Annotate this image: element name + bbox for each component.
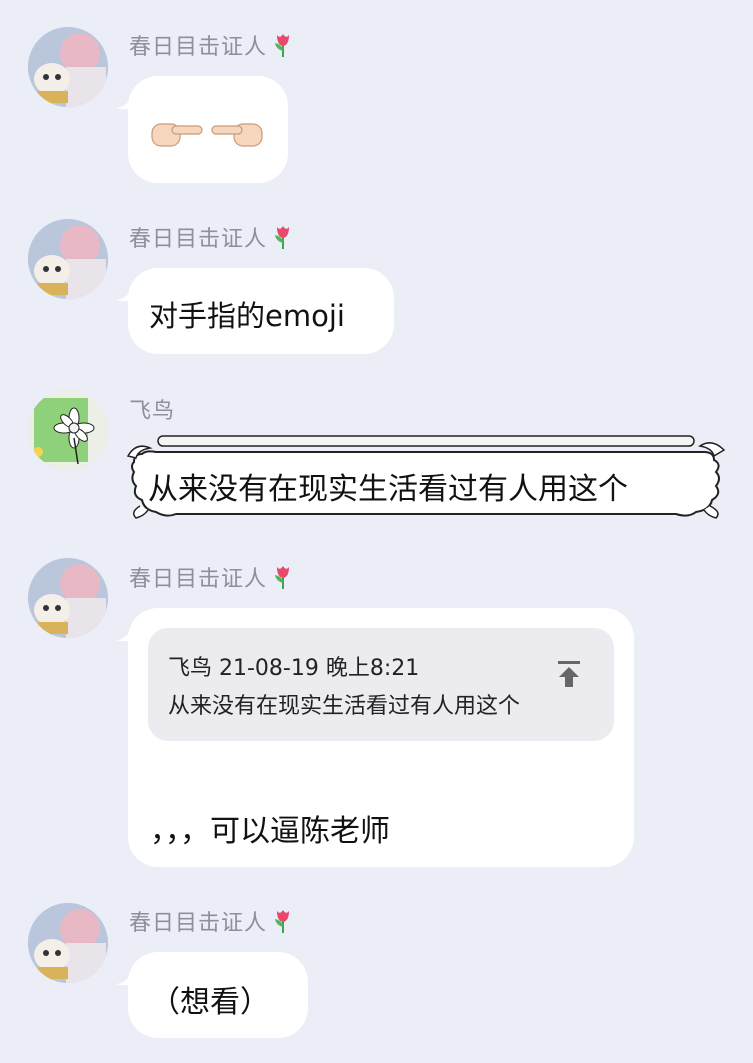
message-bubble[interactable] [128,76,288,183]
message-bubble[interactable]: 对手指的emoji [128,268,394,354]
tulip-icon [271,907,295,939]
quoted-message[interactable]: 飞鸟 21-08-19 晚上8:21 从来没有在现实生活看过有人用这个 [148,628,614,741]
sender-name: 春日目击证人 [129,29,295,63]
quote-text: 从来没有在现实生活看过有人用这个 [168,694,521,719]
avatar-image-icon [28,558,108,638]
pointing-fingers-emoji-icon [150,112,265,160]
decorated-message-bubble[interactable]: 从来没有在现实生活看过有人用这个 [126,432,726,520]
message-text: ，，，可以逼陈老师 [150,814,390,849]
reply-message-bubble[interactable]: 飞鸟 21-08-19 晚上8:21 从来没有在现实生活看过有人用这个 ，，，可… [128,608,634,867]
avatar-image-icon [28,903,108,983]
tulip-icon [271,223,295,255]
avatar-image-icon [28,219,108,299]
sender-name: 春日目击证人 [129,905,295,939]
avatar-chunri[interactable] [28,27,108,107]
sender-name: 飞鸟 [129,399,176,424]
message-text: 从来没有在现实生活看过有人用这个 [148,472,628,507]
quote-header: 飞鸟 21-08-19 晚上8:21 [168,656,420,681]
avatar-chunri[interactable] [28,219,108,299]
sender-name: 春日目击证人 [129,561,295,595]
tulip-icon [271,31,295,63]
jump-to-top-icon[interactable] [556,660,582,696]
sender-name: 春日目击证人 [129,221,295,255]
avatar-feiniao[interactable] [28,390,108,470]
message-bubble[interactable]: （想看） [128,952,308,1038]
avatar-chunri[interactable] [28,558,108,638]
tulip-icon [271,563,295,595]
avatar-image-icon [28,390,108,470]
avatar-image-icon [28,27,108,107]
message-text: 对手指的emoji [149,299,345,333]
avatar-chunri[interactable] [28,903,108,983]
message-text: （想看） [150,985,270,1020]
